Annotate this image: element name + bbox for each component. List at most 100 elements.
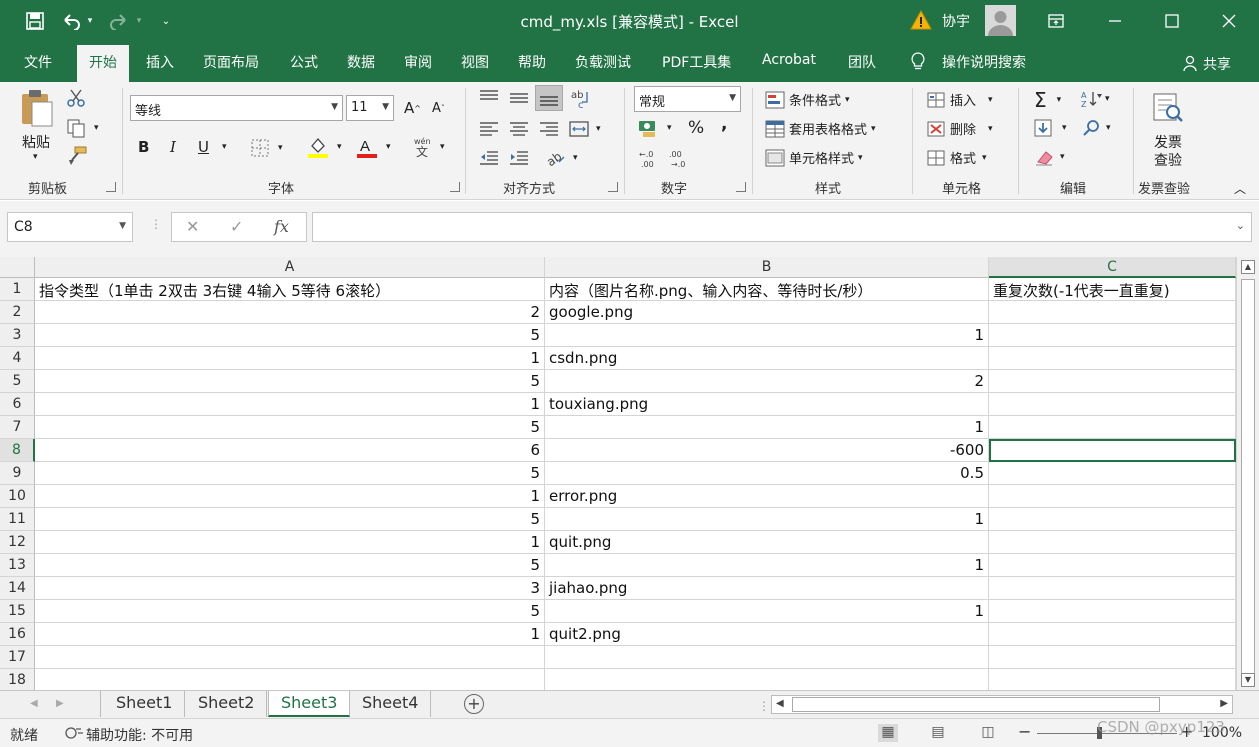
wrap-text-icon[interactable]: ab c <box>570 88 592 110</box>
cell-a-r18[interactable] <box>35 669 545 690</box>
copy-icon[interactable]: ▾ <box>66 118 99 138</box>
cell-b-r3[interactable]: 1 <box>545 324 989 347</box>
sheet-tab-sheet4[interactable]: Sheet4 <box>350 691 432 717</box>
tab-file[interactable]: 文件 <box>24 52 52 72</box>
row-header[interactable]: 5 <box>0 370 35 393</box>
align-left-icon[interactable] <box>478 119 500 139</box>
phonetic-dropdown-icon[interactable]: ▾ <box>440 142 445 152</box>
cell-c-r12[interactable] <box>989 531 1236 554</box>
tab-load-test[interactable]: 负载测试 <box>575 52 631 72</box>
accessibility-icon[interactable] <box>64 725 84 742</box>
invoice-check-label-1[interactable]: 发票 <box>1154 132 1182 152</box>
font-name-select[interactable]: 等线 ▼ <box>130 95 343 121</box>
tab-home[interactable]: 开始 <box>77 45 129 82</box>
row-header[interactable]: 2 <box>0 301 35 324</box>
cell-c-r14[interactable] <box>989 577 1236 600</box>
customize-toolbar-icon[interactable]: ⌄ <box>156 8 176 34</box>
ribbon-display-options-icon[interactable] <box>1027 0 1085 42</box>
column-header-a[interactable]: A <box>35 257 545 278</box>
cell-b-r17[interactable] <box>545 646 989 669</box>
align-center-icon[interactable] <box>508 119 530 139</box>
fill-color-icon[interactable]: ▾ <box>307 136 342 158</box>
spreadsheet-grid[interactable]: A B C 1 指令类型（1单击 2双击 3右键 4输入 5等待 6滚轮） 内容（图… <box>0 257 1236 690</box>
cell-a-r12[interactable]: 1 <box>35 531 545 554</box>
underline-dropdown-icon[interactable]: ▾ <box>222 142 227 152</box>
alignment-launcher-icon[interactable] <box>608 182 618 192</box>
insert-cells-button[interactable]: 插入 ▾ <box>926 90 993 109</box>
column-header-b[interactable]: B <box>545 257 989 278</box>
align-right-icon[interactable] <box>538 119 560 139</box>
insert-function-icon[interactable]: fx <box>274 217 289 236</box>
cell-c-r18[interactable] <box>989 669 1236 690</box>
close-icon[interactable] <box>1200 0 1258 42</box>
cell-b-r2[interactable]: google.png <box>545 301 989 324</box>
increase-indent-icon[interactable] <box>508 148 530 168</box>
select-all-corner[interactable] <box>0 257 35 278</box>
clipboard-launcher-icon[interactable] <box>106 182 116 192</box>
cell-a-r1[interactable]: 指令类型（1单击 2双击 3右键 4输入 5等待 6滚轮） <box>35 278 545 301</box>
cell-c-r9[interactable] <box>989 462 1236 485</box>
decrease-font-size-icon[interactable]: Aˇ <box>432 101 445 116</box>
minimize-icon[interactable] <box>1086 0 1144 42</box>
decrease-indent-icon[interactable] <box>478 148 500 168</box>
tab-page-layout[interactable]: 页面布局 <box>203 52 259 72</box>
tab-formulas[interactable]: 公式 <box>290 52 318 72</box>
horizontal-scrollbar[interactable]: ◀ ▶ <box>771 695 1233 714</box>
cell-c-r8[interactable] <box>989 439 1236 462</box>
cell-b-r10[interactable]: error.png <box>545 485 989 508</box>
save-icon[interactable] <box>22 8 48 34</box>
cancel-icon[interactable]: ✕ <box>186 217 199 236</box>
format-as-table-button[interactable]: 套用表格格式 ▾ <box>765 119 876 138</box>
cell-a-r6[interactable]: 1 <box>35 393 545 416</box>
format-cells-button[interactable]: 格式 ▾ <box>926 148 987 167</box>
orientation-icon[interactable]: ab ▾ <box>545 148 578 168</box>
redo-dropdown-icon[interactable]: ▾ <box>132 8 146 34</box>
row-header[interactable]: 8 <box>0 439 35 462</box>
accounting-format-icon[interactable]: ▾ <box>637 118 672 138</box>
align-bottom-icon[interactable] <box>535 85 563 111</box>
cell-c-r6[interactable] <box>989 393 1236 416</box>
row-header[interactable]: 1 <box>0 278 35 301</box>
warning-icon[interactable] <box>910 9 932 31</box>
cell-c-r16[interactable] <box>989 623 1236 646</box>
row-header[interactable]: 12 <box>0 531 35 554</box>
borders-icon[interactable]: ▾ <box>250 138 283 158</box>
cell-a-r15[interactable]: 5 <box>35 600 545 623</box>
cell-a-r16[interactable]: 1 <box>35 623 545 646</box>
cell-b-r8[interactable]: -600 <box>545 439 989 462</box>
row-header[interactable]: 6 <box>0 393 35 416</box>
cell-b-r1[interactable]: 内容（图片名称.png、输入内容、等待时长/秒） <box>545 278 989 301</box>
comma-style-button[interactable]: , <box>721 114 727 134</box>
undo-icon[interactable] <box>58 8 84 34</box>
cell-a-r8[interactable]: 6 <box>35 439 545 462</box>
tab-view[interactable]: 视图 <box>461 52 489 72</box>
expand-formula-bar-icon[interactable]: ⌄ <box>1236 219 1245 232</box>
align-top-icon[interactable] <box>478 88 500 108</box>
cell-a-r5[interactable]: 5 <box>35 370 545 393</box>
cell-b-r6[interactable]: touxiang.png <box>545 393 989 416</box>
scroll-left-icon[interactable]: ◀ <box>776 698 784 709</box>
fill-color-dropdown-icon[interactable]: ▾ <box>337 142 342 152</box>
cell-a-r9[interactable]: 5 <box>35 462 545 485</box>
sort-filter-icon[interactable]: AZ ▾ <box>1081 90 1110 108</box>
row-header[interactable]: 3 <box>0 324 35 347</box>
zoom-out-icon[interactable]: − <box>1018 722 1031 741</box>
column-header-c[interactable]: C <box>989 257 1236 278</box>
percent-style-button[interactable]: % <box>688 118 704 138</box>
tab-pdf-tools[interactable]: PDF工具集 <box>662 52 731 72</box>
cell-c-r10[interactable] <box>989 485 1236 508</box>
share-button[interactable]: 共享 <box>1182 54 1231 74</box>
cell-b-r15[interactable]: 1 <box>545 600 989 623</box>
maximize-icon[interactable] <box>1143 0 1201 42</box>
page-break-preview-icon[interactable]: ◫ <box>978 724 998 742</box>
cell-b-r12[interactable]: quit.png <box>545 531 989 554</box>
font-color-dropdown-icon[interactable]: ▾ <box>386 142 391 152</box>
cell-styles-button[interactable]: 单元格样式 ▾ <box>765 148 863 167</box>
user-name[interactable]: 协宇 <box>942 11 970 31</box>
sheet-tab-sheet1[interactable]: Sheet1 <box>104 691 186 717</box>
number-launcher-icon[interactable] <box>736 182 746 192</box>
row-header[interactable]: 7 <box>0 416 35 439</box>
row-header[interactable]: 11 <box>0 508 35 531</box>
cell-a-r3[interactable]: 5 <box>35 324 545 347</box>
format-painter-icon[interactable] <box>66 146 88 166</box>
